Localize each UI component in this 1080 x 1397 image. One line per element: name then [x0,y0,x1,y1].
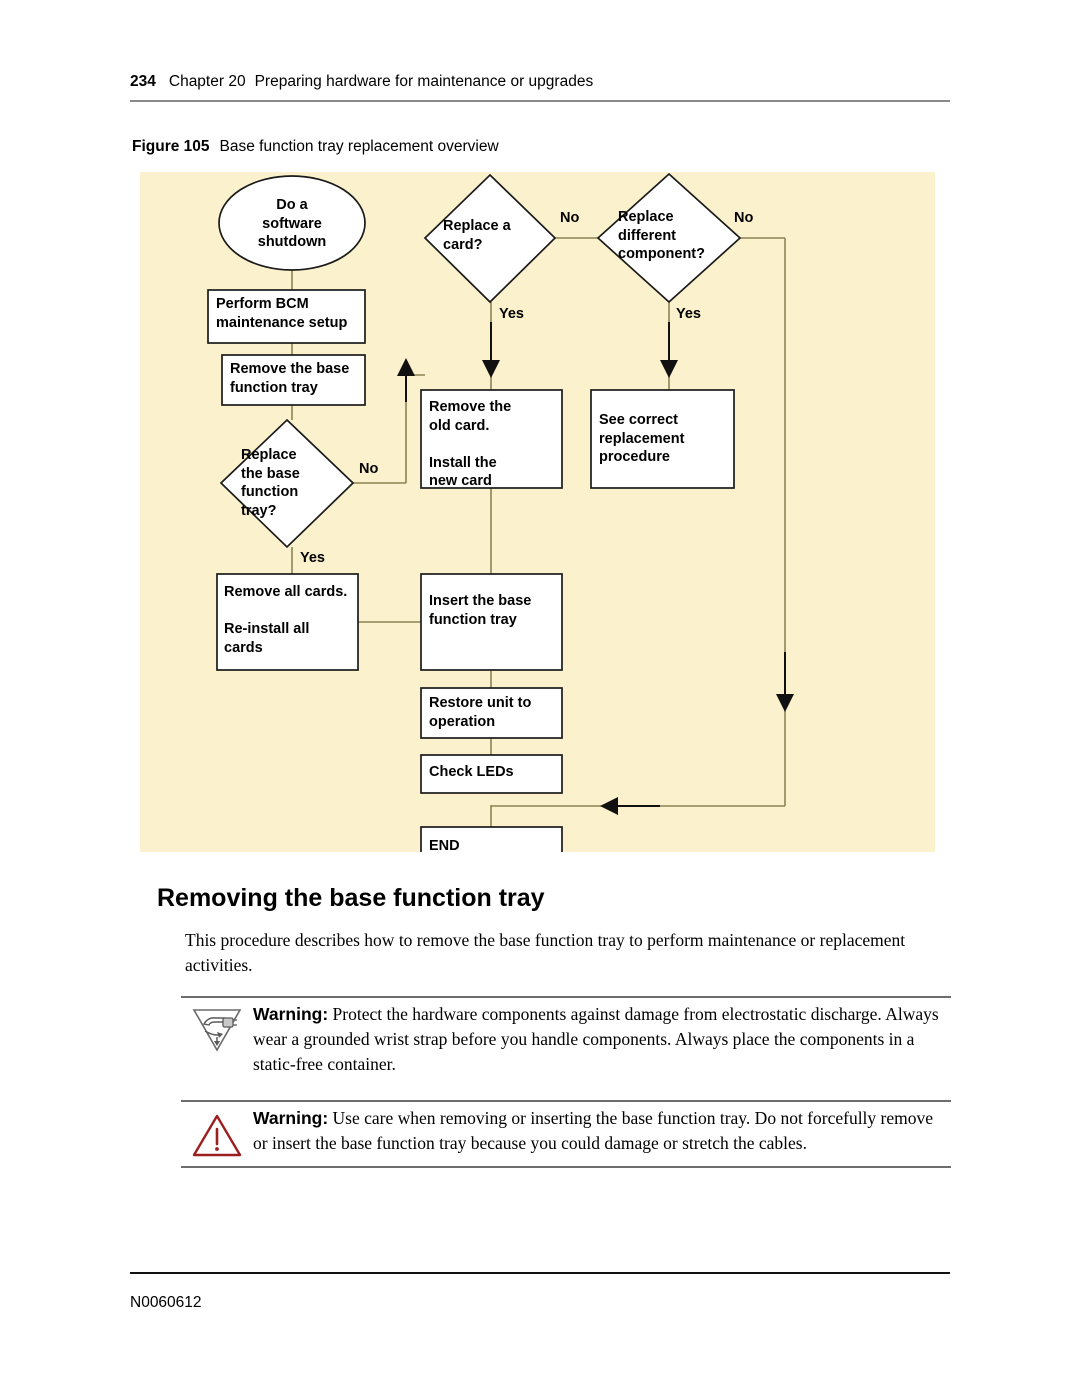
node-label-replace-card-decision: Replace a card? [443,218,511,253]
figure-label: Figure 105 [132,138,210,155]
node-label-remove-tray: Remove the base function tray [230,361,350,396]
node-label-replace-component-decision: Replace different component? [618,209,705,262]
node-label-start: Do a software shutdown [257,197,327,250]
warning-block-tray: Warning: Use care when removing or inser… [181,1100,951,1170]
node-label-insert-tray: Insert the base function tray [429,593,532,628]
warning-text-esd: Warning: Protect the hardware components… [253,1002,951,1077]
edge-label-replace-tray-yes: Yes [300,550,325,566]
node-label-replace-tray-decision: Replace the base function tray? [241,447,300,519]
node-label-perform-bcm: Perform BCM maintenance setup [216,296,348,331]
warning-message-tray: Use care when removing or inserting the … [253,1108,934,1153]
warning-label-esd: Warning: [253,1004,329,1024]
footer-doc-id: N0060612 [130,1294,202,1311]
node-label-check-leds: Check LEDs [429,764,514,780]
header-divider [130,100,950,102]
warning-message-esd: Protect the hardware components against … [253,1004,939,1074]
flowchart-diagram: Do a software shutdown Perform BCM maint… [140,172,935,854]
node-label-restore-unit: Restore unit to operation [429,695,532,730]
page-header: 234 Chapter 20 Preparing hardware for main… [130,72,950,106]
edge-label-replace-card-yes: Yes [499,306,524,322]
warning-text-tray: Warning: Use care when removing or inser… [253,1106,951,1156]
warning-block-esd: Warning: Protect the hardware components… [181,996,951,1080]
figure-title: Base function tray replacement overview [219,138,499,155]
edge-label-replace-component-yes: Yes [676,306,701,322]
node-label-end: END [429,838,460,854]
page-header-text: 234 Chapter 20 Preparing hardware for main… [130,72,950,92]
figure-caption: Figure 105 Base function tray replacement… [132,138,499,156]
caution-triangle-icon [191,1110,243,1160]
chapter-label: Chapter 20 [168,73,246,90]
footer-divider [130,1272,950,1274]
esd-warning-icon [191,1004,243,1054]
edge-label-replace-component-no: No [734,210,754,226]
chapter-title: Preparing hardware for maintenance or up… [254,73,594,90]
edge-label-replace-tray-no: No [359,461,379,477]
node-label-remove-all-cards: Remove all cards. Re-install all cards [224,584,348,656]
warning-divider-top-2 [181,1100,951,1102]
warning-divider-top [181,996,951,998]
intro-paragraph: This procedure describes how to remove t… [185,930,906,975]
warning-label-tray: Warning: [253,1108,329,1128]
node-label-see-procedure: See correct replacement procedure [599,412,685,465]
page-number: 234 [130,73,156,90]
edge-label-replace-card-no: No [560,210,580,226]
section-heading: Removing the base function tray [157,884,545,912]
warning-divider-bottom-2 [181,1166,951,1168]
node-label-remove-old-card: Remove the old card. Install the new car… [429,399,512,489]
